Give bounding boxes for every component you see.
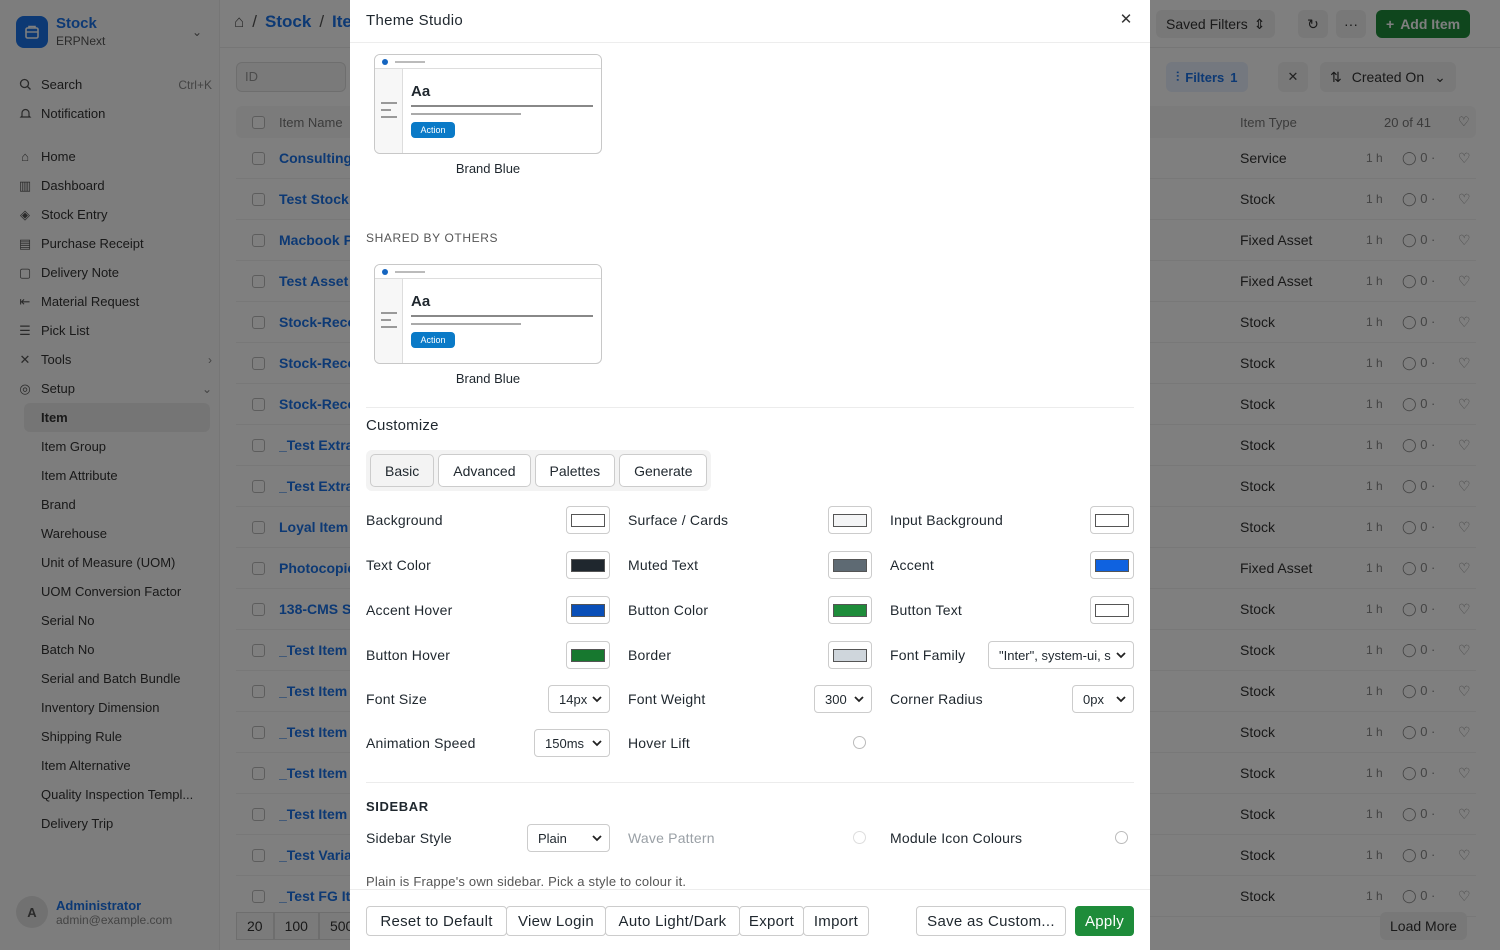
font-size-value: 14px (559, 691, 588, 707)
button-text-label: Button Text (890, 602, 962, 618)
font-weight-select[interactable]: 300 (814, 685, 872, 713)
theme-card-label: Brand Blue (455, 371, 521, 386)
accent-label: Accent (890, 557, 934, 573)
font-family-select[interactable]: "Inter", system-ui, s (988, 641, 1134, 669)
module-icon-colours-toggle[interactable] (1115, 831, 1128, 844)
font-size-select[interactable]: 14px (548, 685, 610, 713)
wave-pattern-toggle[interactable] (853, 831, 866, 844)
theme-preview-sample: Aa (411, 293, 431, 310)
wave-pattern-label: Wave Pattern (628, 830, 715, 846)
import-button[interactable]: Import (803, 906, 869, 936)
button-hover-label: Button Hover (366, 647, 451, 663)
background-label: Background (366, 512, 443, 528)
sidebar-style-label: Sidebar Style (366, 830, 452, 846)
shared-theme-card-brand-blue[interactable]: Aa Action (374, 264, 602, 364)
font-family-value: "Inter", system-ui, s (999, 647, 1111, 663)
theme-card-label: Brand Blue (455, 161, 521, 176)
chevron-down-icon (592, 696, 602, 703)
apply-button[interactable]: Apply (1075, 906, 1134, 936)
animation-speed-label: Animation Speed (366, 735, 476, 751)
reset-to-default-button[interactable]: Reset to Default (366, 906, 507, 936)
animation-speed-value: 150ms (545, 735, 585, 751)
dialog-body: Aa Action Brand Blue SHARED BY OTHERS Aa… (366, 43, 1134, 889)
corner-radius-label: Corner Radius (890, 691, 983, 707)
auto-light-dark-button[interactable]: Auto Light/Dark (605, 906, 740, 936)
theme-studio-dialog: Theme Studio ✕ Aa Action Brand Blue SHAR… (350, 0, 1150, 950)
dialog-header: Theme Studio ✕ (350, 0, 1150, 43)
tab-palettes[interactable]: Palettes (534, 454, 616, 487)
muted-text-label: Muted Text (628, 557, 699, 573)
text-color-label: Text Color (366, 557, 432, 573)
theme-preview-button: Action (411, 332, 455, 348)
corner-radius-select[interactable]: 0px (1072, 685, 1134, 713)
button-hover-color-picker[interactable] (566, 641, 610, 669)
input-background-color-picker[interactable] (1090, 506, 1134, 534)
module-icon-colours-label: Module Icon Colours (890, 830, 1023, 846)
font-family-label: Font Family (890, 647, 966, 663)
background-color-picker[interactable] (566, 506, 610, 534)
tab-basic[interactable]: Basic (370, 454, 435, 487)
border-label: Border (628, 647, 672, 663)
muted-text-color-picker[interactable] (828, 551, 872, 579)
text-color-picker[interactable] (566, 551, 610, 579)
sidebar-section-heading: SIDEBAR (366, 799, 429, 814)
theme-card-brand-blue[interactable]: Aa Action (374, 54, 602, 154)
view-login-button[interactable]: View Login (506, 906, 606, 936)
chevron-down-icon (854, 696, 864, 703)
animation-speed-select[interactable]: 150ms (534, 729, 610, 757)
surface-color-picker[interactable] (828, 506, 872, 534)
chevron-down-icon (1116, 652, 1126, 659)
sidebar-style-value: Plain (538, 830, 567, 846)
sidebar-style-select[interactable]: Plain (527, 824, 610, 852)
button-color-label: Button Color (628, 602, 709, 618)
customize-tabs: Basic Advanced Palettes Generate (366, 450, 712, 491)
sidebar-style-hint: Plain is Frappe's own sidebar. Pick a st… (366, 874, 687, 889)
corner-radius-value: 0px (1083, 691, 1104, 707)
customize-heading: Customize (366, 417, 439, 434)
tab-advanced[interactable]: Advanced (438, 454, 531, 487)
button-color-picker[interactable] (828, 596, 872, 624)
save-as-custom-button[interactable]: Save as Custom... (916, 906, 1066, 936)
shared-themes-heading: SHARED BY OTHERS (366, 231, 499, 245)
font-weight-label: Font Weight (628, 691, 706, 707)
border-color-picker[interactable] (828, 641, 872, 669)
chevron-down-icon (1116, 696, 1126, 703)
hover-lift-label: Hover Lift (628, 735, 690, 751)
dialog-footer: Reset to Default View Login Auto Light/D… (350, 889, 1150, 950)
close-icon[interactable]: ✕ (1118, 12, 1134, 28)
chevron-down-icon (592, 835, 602, 842)
surface-label: Surface / Cards (628, 512, 729, 528)
chevron-down-icon (592, 740, 602, 747)
accent-color-picker[interactable] (1090, 551, 1134, 579)
export-button[interactable]: Export (739, 906, 804, 936)
theme-preview-sample: Aa (411, 83, 431, 100)
hover-lift-toggle[interactable] (853, 736, 866, 749)
tab-generate[interactable]: Generate (619, 454, 708, 487)
button-text-color-picker[interactable] (1090, 596, 1134, 624)
theme-preview-button: Action (411, 122, 455, 138)
font-weight-value: 300 (825, 691, 847, 707)
dialog-title: Theme Studio (366, 12, 463, 29)
accent-hover-label: Accent Hover (366, 602, 453, 618)
accent-hover-color-picker[interactable] (566, 596, 610, 624)
input-background-label: Input Background (890, 512, 1003, 528)
font-size-label: Font Size (366, 691, 427, 707)
